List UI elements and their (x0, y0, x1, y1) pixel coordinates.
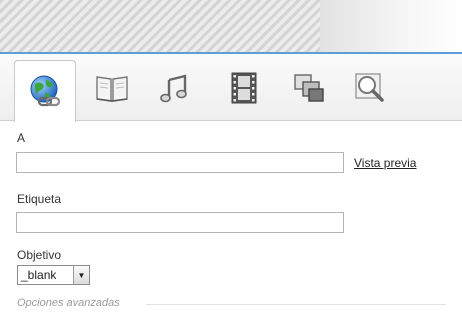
target-select[interactable]: _blank ▼ (17, 265, 90, 285)
title-bar (0, 0, 320, 52)
magnifier-icon (353, 71, 387, 105)
film-strip-icon (229, 71, 259, 105)
tab-video[interactable] (220, 64, 268, 112)
url-input[interactable] (16, 152, 344, 173)
target-select-value: _blank (21, 268, 57, 282)
book-icon (94, 72, 130, 104)
tab-strip (0, 54, 462, 122)
globe-link-icon (27, 74, 63, 110)
advanced-options-legend[interactable]: Opciones avanzadas (17, 297, 120, 309)
tag-input[interactable] (16, 212, 344, 233)
music-note-icon (158, 72, 190, 104)
chevron-down-icon[interactable]: ▼ (73, 266, 89, 284)
tag-label: Etiqueta (17, 192, 62, 206)
tab-link[interactable] (14, 60, 76, 122)
preview-link[interactable]: Vista previa (354, 156, 416, 170)
title-bar-fade (320, 0, 462, 52)
tab-search[interactable] (346, 64, 394, 112)
tab-audio[interactable] (150, 64, 198, 112)
images-icon (292, 72, 326, 104)
tab-anchor[interactable] (88, 64, 136, 112)
target-label: Objetivo (17, 248, 62, 262)
tab-images[interactable] (285, 64, 333, 112)
advanced-options-divider (146, 304, 446, 305)
url-label: A (17, 131, 26, 145)
